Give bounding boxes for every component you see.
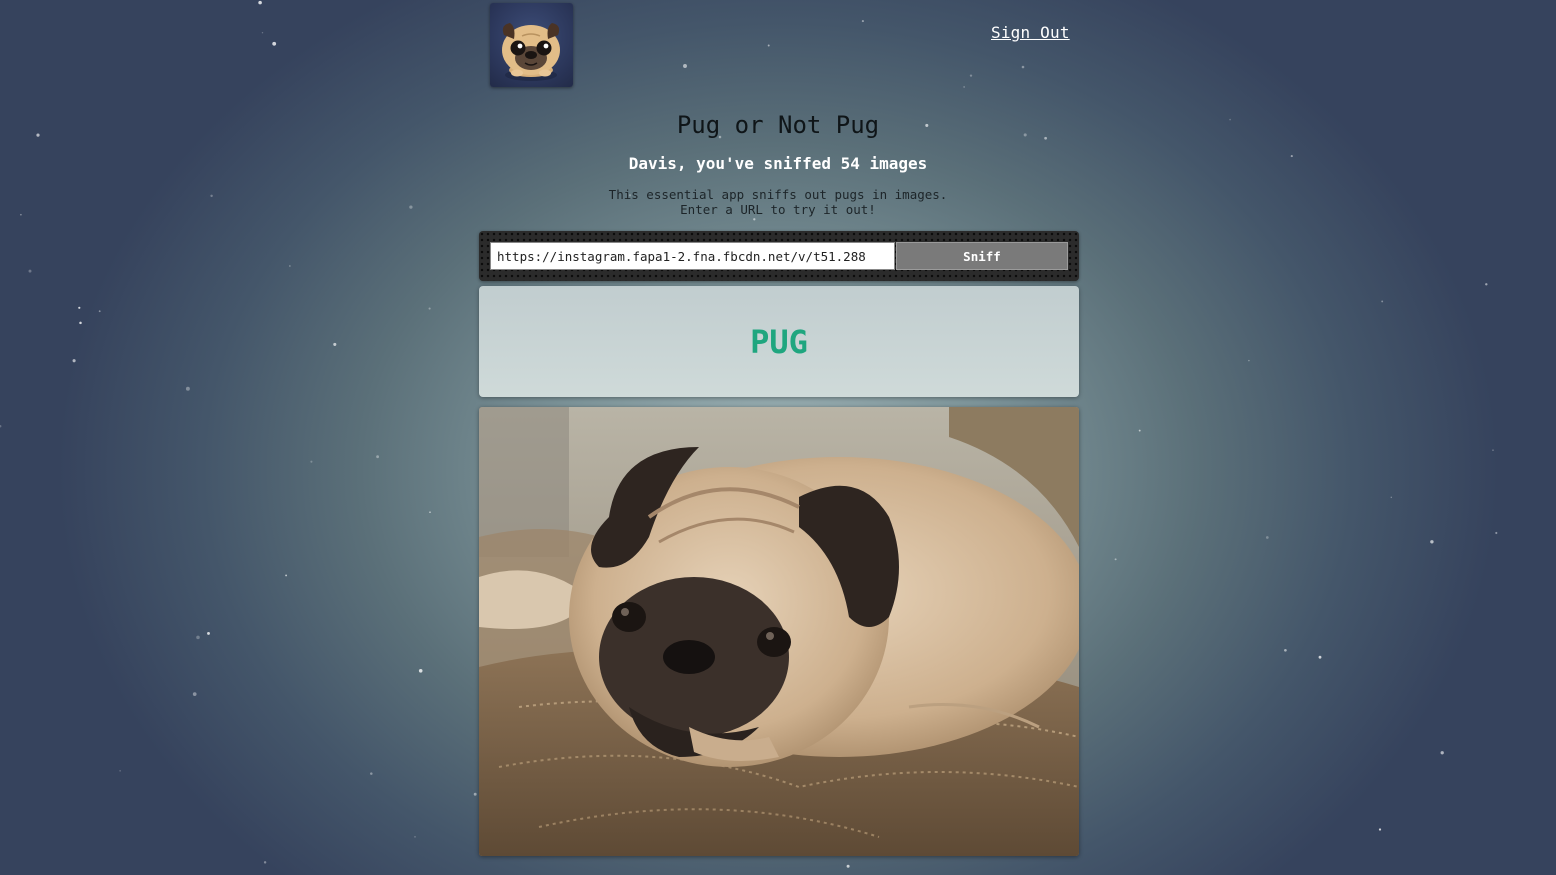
sniffed-image [479, 407, 1079, 856]
star [78, 306, 81, 309]
star [1381, 300, 1384, 303]
star [333, 342, 337, 346]
star [1318, 655, 1322, 659]
star [207, 631, 210, 635]
star [963, 86, 965, 88]
star [185, 386, 190, 391]
star [192, 692, 197, 696]
star [263, 861, 267, 864]
star [261, 31, 264, 34]
sign-out-link[interactable]: Sign Out [991, 23, 1070, 42]
star [1495, 531, 1498, 535]
star [1265, 536, 1269, 539]
star [376, 455, 379, 459]
star [28, 269, 32, 273]
star [1378, 828, 1382, 831]
star [1492, 449, 1494, 451]
pug-logo[interactable] [490, 3, 573, 87]
star [1248, 359, 1250, 362]
page-title: Pug or Not Pug [676, 111, 880, 139]
star [289, 265, 291, 267]
pug-face-icon [502, 23, 560, 81]
star [370, 772, 373, 775]
star [0, 425, 2, 428]
star [1138, 429, 1141, 432]
star [683, 64, 687, 68]
description-line-2: Enter a URL to try it out! [680, 202, 876, 217]
star [285, 574, 288, 577]
star [753, 218, 756, 221]
sniff-button[interactable]: Sniff [896, 242, 1068, 270]
star [310, 460, 313, 463]
star [767, 44, 770, 47]
star [428, 307, 431, 310]
star [98, 310, 101, 313]
star [414, 836, 416, 838]
image-url-input[interactable] [490, 242, 895, 270]
star [969, 74, 973, 77]
star [1430, 540, 1434, 544]
result-card: PUG [479, 286, 1079, 397]
star [1440, 751, 1444, 755]
star [418, 669, 423, 673]
star [272, 41, 277, 46]
star [473, 792, 477, 796]
url-form: Sniff [479, 231, 1079, 281]
star [1485, 283, 1488, 286]
star [846, 864, 850, 868]
star [1390, 496, 1393, 499]
app-description: This essential app sniffs out pugs in im… [0, 187, 1556, 217]
star [861, 20, 864, 23]
sniff-count-subtitle: Davis, you've sniffed 54 images [628, 154, 928, 173]
star [258, 0, 262, 5]
star [429, 511, 431, 513]
star [196, 635, 200, 640]
star [1021, 65, 1025, 69]
star [72, 359, 76, 363]
star [119, 770, 121, 772]
pug-photo [479, 407, 1079, 856]
star [1284, 648, 1287, 652]
star [1114, 558, 1117, 561]
description-line-1: This essential app sniffs out pugs in im… [608, 187, 948, 202]
star [79, 321, 82, 325]
result-label: PUG [750, 323, 808, 361]
